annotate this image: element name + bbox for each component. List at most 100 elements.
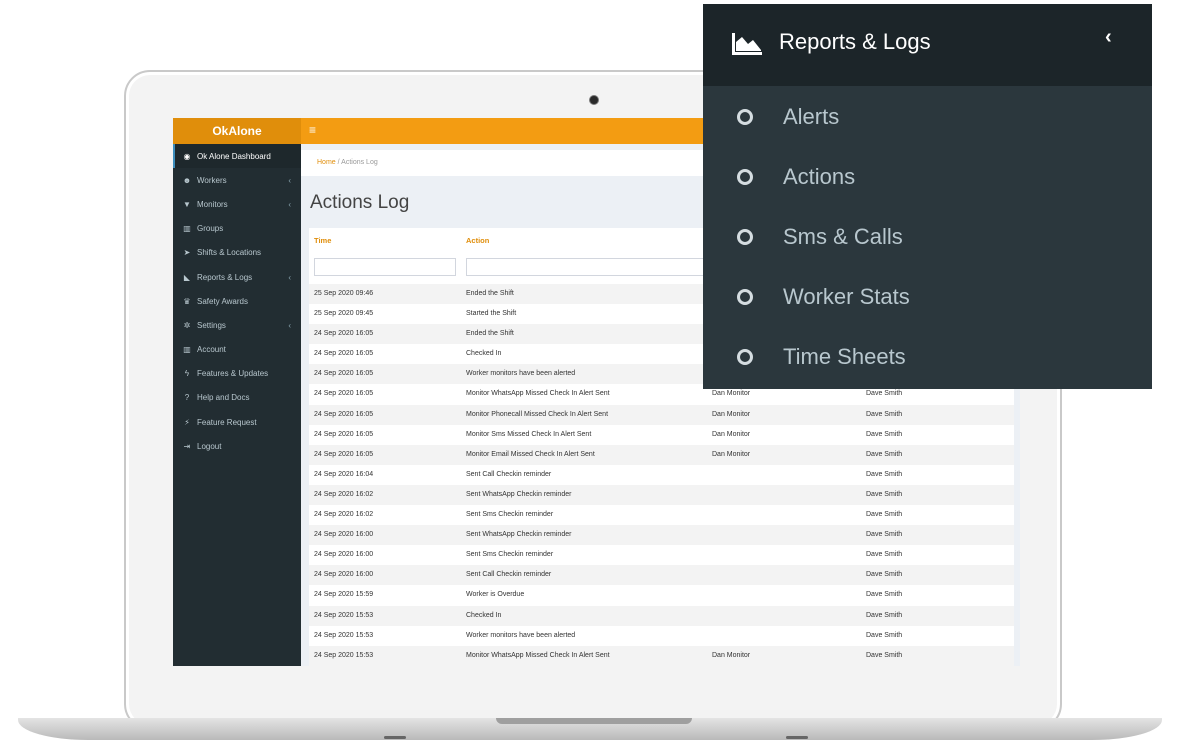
sidebar-item-label: Ok Alone Dashboard (197, 151, 271, 161)
sidebar-item-label: Feature Request (197, 417, 257, 427)
time-filter-input[interactable] (314, 258, 456, 276)
breadcrumb-separator: / (337, 159, 340, 166)
sidebar-item-label: Settings (197, 320, 226, 330)
cell-time: 24 Sep 2020 15:53 (314, 631, 374, 639)
sidebar-item-monitors[interactable]: ▼ Monitors ‹ (173, 192, 301, 216)
cell-time: 24 Sep 2020 16:05 (314, 370, 374, 378)
cell-action: Sent WhatsApp Checkin reminder (466, 531, 572, 539)
sidebar-item-ok-alone-dashboard[interactable]: ◉ Ok Alone Dashboard (173, 144, 301, 169)
table-row[interactable]: 24 Sep 2020 16:00 Sent Sms Checkin remind… (309, 545, 1014, 565)
bolt-icon: ϟ (184, 369, 190, 379)
breadcrumb-home-link[interactable]: Home (317, 159, 336, 166)
sidebar-item-label: Logout (197, 441, 222, 451)
sidebar-item-feature-request[interactable]: ⚡ Feature Request (173, 410, 301, 434)
sidebar: OkAlone ◉ Ok Alone Dashboard ☻ Workers ‹ ▼ Mon… (173, 118, 301, 666)
column-header-time[interactable]: Time (314, 236, 331, 245)
sidebar-item-label: Safety Awards (197, 296, 248, 306)
sidebar-item-account[interactable]: ▥ Account (173, 338, 301, 362)
circle-icon (737, 349, 753, 365)
sidebar-item-reports-logs[interactable]: ◣ Reports & Logs ‹ (173, 265, 301, 289)
sidebar-item-help-and-docs[interactable]: ? Help and Docs (173, 386, 301, 410)
laptop-notch (496, 718, 692, 724)
bank-icon: ▥ (183, 345, 191, 355)
table-row[interactable]: 24 Sep 2020 16:05 Monitor Phonecall Misse… (309, 404, 1014, 425)
table-row[interactable]: 24 Sep 2020 16:04 Sent Call Checkin remin… (309, 465, 1014, 485)
table-row[interactable]: 24 Sep 2020 16:00 Sent Call Checkin remin… (309, 565, 1014, 586)
cell-time: 24 Sep 2020 16:00 (314, 531, 374, 539)
cell-worker: Dave Smith (866, 631, 903, 639)
magic-icon: ⚡ (184, 417, 190, 427)
cell-monitor: Dan Monitor (712, 410, 751, 418)
submenu-item-sms-calls[interactable]: Sms & Calls (737, 222, 903, 252)
users-icon: ☻ (182, 175, 192, 185)
sign-out-icon: ⇥ (183, 441, 191, 451)
hamburger-menu-icon[interactable]: ≡ (309, 123, 316, 137)
sidebar-item-label: Reports & Logs (197, 272, 253, 282)
cell-action: Worker monitors have been alerted (466, 370, 576, 378)
cell-worker: Dave Smith (866, 551, 903, 559)
cell-action: Worker is Overdue (466, 591, 525, 599)
laptop-foot (786, 736, 808, 739)
cell-action: Checked In (466, 350, 502, 358)
cell-action: Monitor WhatsApp Missed Check In Alert S… (466, 390, 610, 398)
cell-time: 24 Sep 2020 16:05 (314, 330, 374, 338)
question-circle-icon: ? (184, 393, 190, 403)
cell-action: Monitor WhatsApp Missed Check In Alert S… (466, 651, 610, 659)
table-row[interactable]: 24 Sep 2020 15:53 Monitor WhatsApp Missed… (309, 645, 1014, 666)
chevron-left-icon: ‹ (288, 199, 291, 209)
submenu-item-worker-stats[interactable]: Worker Stats (737, 282, 910, 312)
cell-action: Started the Shift (466, 310, 517, 318)
table-row[interactable]: 24 Sep 2020 15:53 Worker monitors have be… (309, 626, 1014, 646)
table-row[interactable]: 24 Sep 2020 16:00 Sent WhatsApp Checkin r… (309, 525, 1014, 546)
cell-time: 24 Sep 2020 16:05 (314, 390, 374, 398)
cell-time: 24 Sep 2020 15:53 (314, 611, 374, 619)
sidebar-item-label: Features & Updates (197, 369, 269, 379)
breadcrumb-current: Actions Log (341, 159, 378, 166)
submenu-title: Reports & Logs (779, 29, 931, 54)
collapse-chevron-icon[interactable]: ‹ (1105, 26, 1112, 49)
cogs-icon: ✲ (183, 320, 191, 330)
table-row[interactable]: 24 Sep 2020 15:53 Checked In Dave Smith (309, 605, 1014, 626)
cell-monitor: Dan Monitor (712, 390, 751, 398)
cell-time: 24 Sep 2020 16:00 (314, 551, 374, 559)
cell-time: 24 Sep 2020 16:00 (314, 571, 374, 579)
cell-worker: Dave Smith (866, 571, 903, 579)
brand-logo[interactable]: OkAlone (173, 118, 301, 144)
sidebar-item-safety-awards[interactable]: ♛ Safety Awards (173, 289, 301, 313)
table-row[interactable]: 24 Sep 2020 16:02 Sent Sms Checkin remind… (309, 505, 1014, 525)
submenu-header[interactable]: Reports & Logs ‹ (703, 4, 1152, 86)
cell-worker: Dave Smith (866, 511, 903, 519)
tachometer-icon: ◉ (183, 151, 191, 161)
table-row[interactable]: 24 Sep 2020 16:05 Monitor Email Missed Ch… (309, 444, 1014, 465)
sidebar-item-features-updates[interactable]: ϟ Features & Updates (173, 362, 301, 386)
submenu-item-actions[interactable]: Actions (737, 162, 855, 192)
column-header-action[interactable]: Action (466, 236, 489, 245)
sidebar-item-label: Help and Docs (197, 393, 250, 403)
sidebar-item-workers[interactable]: ☻ Workers ‹ (173, 168, 301, 192)
submenu-item-label: Time Sheets (783, 344, 906, 369)
sidebar-item-settings[interactable]: ✲ Settings ‹ (173, 313, 301, 337)
cell-action: Worker monitors have been alerted (466, 631, 576, 639)
submenu-item-time-sheets[interactable]: Time Sheets (737, 342, 906, 372)
area-chart-icon (732, 33, 762, 55)
submenu-item-alerts[interactable]: Alerts (737, 102, 839, 132)
location-arrow-icon: ➤ (183, 248, 191, 258)
table-row[interactable]: 24 Sep 2020 16:02 Sent WhatsApp Checkin r… (309, 484, 1014, 506)
cell-monitor: Dan Monitor (712, 651, 751, 659)
cell-worker: Dave Smith (866, 651, 903, 659)
cell-time: 24 Sep 2020 16:04 (314, 470, 374, 478)
submenu-item-label: Worker Stats (783, 284, 910, 309)
shield-icon: ▼ (183, 199, 191, 209)
sidebar-item-shifts-locations[interactable]: ➤ Shifts & Locations (173, 241, 301, 265)
circle-icon (737, 109, 753, 125)
sidebar-item-groups[interactable]: ▥ Groups (173, 217, 301, 241)
sidebar-item-logout[interactable]: ⇥ Logout (173, 434, 301, 458)
table-row[interactable]: 24 Sep 2020 15:59 Worker is Overdue Dave S… (309, 585, 1014, 605)
cell-time: 24 Sep 2020 16:05 (314, 350, 374, 358)
cell-time: 25 Sep 2020 09:45 (314, 310, 374, 318)
sidebar-item-label: Account (197, 345, 226, 355)
cell-time: 24 Sep 2020 16:05 (314, 410, 374, 418)
circle-icon (737, 229, 753, 245)
table-row[interactable]: 24 Sep 2020 16:05 Monitor Sms Missed Chec… (309, 425, 1014, 445)
cell-action: Sent Sms Checkin reminder (466, 511, 554, 519)
